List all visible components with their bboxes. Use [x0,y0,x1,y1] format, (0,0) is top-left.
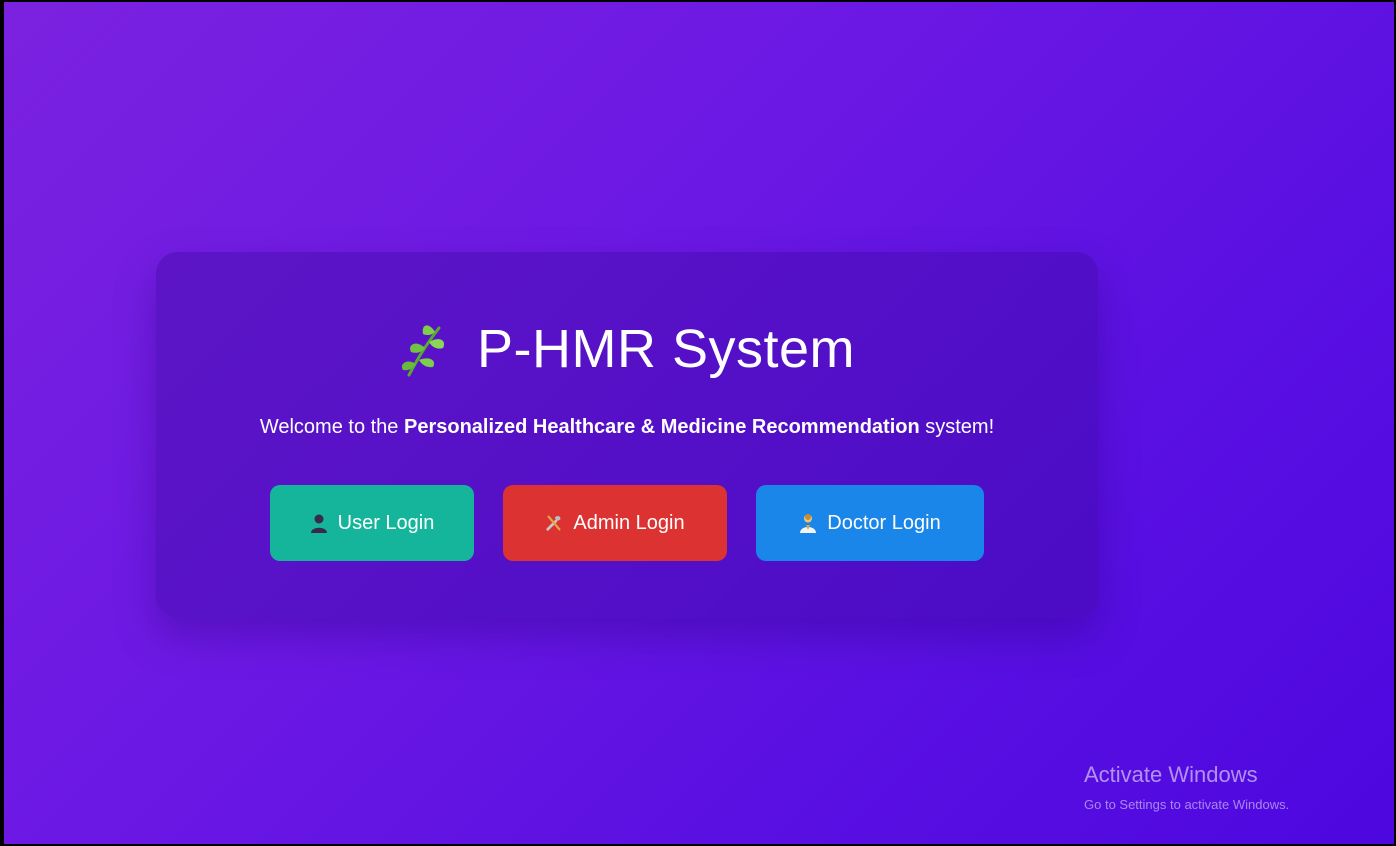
welcome-prefix: Welcome to the [259,416,404,438]
watermark-title: Activate Windows [1084,762,1258,787]
page-title: P-HMR System [476,319,855,379]
doctor-login-button[interactable]: Doctor Login [756,485,984,561]
page-background: P-HMR System Welcome to the Personalized… [0,0,1396,846]
welcome-message: Welcome to the Personalized Healthcare &… [156,415,1098,439]
user-login-button[interactable]: User Login [270,485,474,561]
admin-login-label: Admin Login [573,511,685,534]
login-card: P-HMR System Welcome to the Personalized… [156,252,1098,618]
herb-leaf-icon [401,325,445,377]
title-row: P-HMR System [156,320,1098,378]
welcome-suffix: system! [919,416,995,438]
doctor-login-label: Doctor Login [827,511,941,534]
doctor-icon [800,514,817,533]
activate-windows-watermark: Activate Windows Go to Settings to activ… [1084,762,1289,814]
watermark-subtitle: Go to Settings to activate Windows. [1084,797,1290,812]
tools-icon [546,515,561,531]
user-login-label: User Login [337,511,435,534]
user-silhouette-icon [310,514,327,533]
admin-login-button[interactable]: Admin Login [503,485,727,561]
welcome-emphasis: Personalized Healthcare & Medicine Recom… [403,416,920,438]
